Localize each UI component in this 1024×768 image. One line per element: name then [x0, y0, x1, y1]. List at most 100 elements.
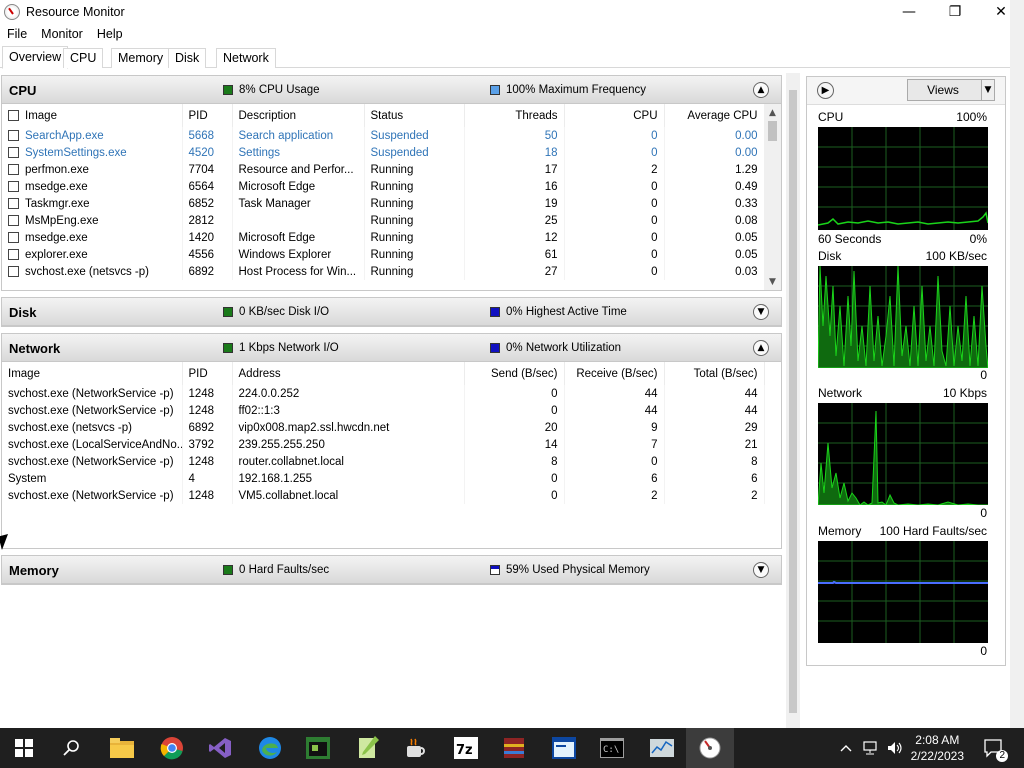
maximize-button[interactable]: ❐	[932, 0, 978, 24]
table-row[interactable]: perfmon.exe 7704 Resource and Perfor... Ru…	[2, 161, 765, 178]
cpu-panel-header[interactable]: CPU 8% CPU Usage 100% Maximum Frequency …	[2, 76, 781, 104]
green-indicator-icon	[223, 85, 233, 95]
column-header-pid[interactable]: PID	[182, 362, 233, 385]
chrome-icon[interactable]	[158, 734, 186, 762]
menu-monitor[interactable]: Monitor	[34, 27, 90, 41]
winrar-icon[interactable]	[500, 734, 528, 762]
chevron-right-icon[interactable]: ▶	[817, 82, 834, 99]
visual-studio-icon[interactable]	[206, 734, 234, 762]
edge-icon[interactable]	[256, 734, 284, 762]
tab-cpu[interactable]: CPU	[63, 48, 104, 68]
app-window-icon[interactable]	[550, 734, 578, 762]
command-prompt-icon[interactable]: C:\	[598, 734, 626, 762]
notepad-plus-icon[interactable]	[354, 734, 382, 762]
minimize-button[interactable]: —	[886, 0, 932, 24]
cpu-table-scrollbar[interactable]: ▲ ▼	[764, 104, 781, 290]
scroll-thumb[interactable]	[789, 90, 797, 713]
resource-monitor-taskbar-icon[interactable]	[696, 734, 724, 762]
table-row[interactable]: explorer.exe 4556 Windows Explorer Running…	[2, 246, 765, 263]
tab-memory[interactable]: Memory	[111, 48, 171, 68]
network-utilization-stat: 0% Network Utilization	[490, 342, 621, 354]
cpu-frequency-text: 100% Maximum Frequency	[506, 84, 646, 96]
row-checkbox[interactable]	[8, 197, 19, 209]
menu-bar: File Monitor Help	[0, 24, 130, 44]
overview-main: CPU 8% CPU Usage 100% Maximum Frequency …	[0, 73, 783, 728]
column-header-image[interactable]: Image	[2, 104, 183, 127]
disk-active-time-stat: 0% Highest Active Time	[490, 306, 627, 318]
table-row[interactable]: SearchApp.exe 5668 Search application Susp…	[2, 127, 765, 144]
table-row[interactable]: Taskmgr.exe 6852 Task Manager Running 19 0 0…	[2, 195, 765, 212]
column-header-total[interactable]: Total (B/sec)	[664, 362, 765, 385]
column-header-send[interactable]: Send (B/sec)	[464, 362, 565, 385]
tab-network[interactable]: Network	[216, 48, 276, 68]
main-scrollbar[interactable]	[786, 73, 800, 728]
tab-overview[interactable]: Overview	[2, 46, 69, 69]
column-header-description[interactable]: Description	[232, 104, 365, 127]
java-coffee-icon[interactable]	[402, 734, 430, 762]
memory-graph-max: 100 Hard Faults/sec	[879, 524, 987, 538]
tab-disk[interactable]: Disk	[168, 48, 207, 68]
column-header-image[interactable]: Image	[2, 362, 183, 385]
7zip-icon[interactable]: 7z	[452, 734, 480, 762]
table-row[interactable]: svchost.exe (LocalServiceAndNo... 3792 239…	[2, 436, 765, 453]
scroll-up-icon[interactable]: ▲	[764, 104, 781, 121]
row-checkbox[interactable]	[8, 146, 19, 158]
column-header-address[interactable]: Address	[232, 362, 465, 385]
row-checkbox[interactable]	[8, 231, 19, 243]
collapse-icon[interactable]: ▲	[753, 82, 769, 98]
physical-memory-stat: 59% Used Physical Memory	[490, 564, 650, 576]
file-explorer-icon[interactable]	[108, 734, 136, 762]
table-row[interactable]: SystemSettings.exe 4520 Settings Suspended…	[2, 144, 765, 161]
disk-panel-title: Disk	[9, 305, 37, 320]
table-row[interactable]: MsMpEng.exe 2812 Running 25 0 0.08	[2, 212, 765, 229]
expand-icon[interactable]: ▼	[753, 304, 769, 320]
table-row[interactable]: msedge.exe 6564 Microsoft Edge Running 16 0…	[2, 178, 765, 195]
terminal-app-icon[interactable]	[304, 734, 332, 762]
performance-monitor-icon[interactable]	[648, 734, 676, 762]
notification-center-icon[interactable]: 2	[980, 734, 1008, 762]
column-header-status[interactable]: Status	[364, 104, 465, 127]
volume-icon[interactable]	[884, 734, 906, 762]
table-row[interactable]: svchost.exe (netsvcs -p) 6892 vip0x008.map…	[2, 419, 765, 436]
row-checkbox[interactable]	[8, 180, 19, 192]
row-checkbox[interactable]	[8, 129, 19, 141]
network-icon[interactable]	[860, 734, 882, 762]
column-header-receive[interactable]: Receive (B/sec)	[564, 362, 665, 385]
row-checkbox[interactable]	[8, 214, 19, 226]
network-panel-header[interactable]: Network 1 Kbps Network I/O 0% Network Ut…	[2, 334, 781, 362]
table-row[interactable]: svchost.exe (NetworkService -p) 1248 VM5.c…	[2, 487, 765, 504]
collapse-icon[interactable]: ▲	[753, 340, 769, 356]
table-row[interactable]: System 4 192.168.1.255 0 6 6	[2, 470, 765, 487]
column-header-threads[interactable]: Threads	[464, 104, 565, 127]
menu-file[interactable]: File	[0, 27, 34, 41]
disk-panel-header[interactable]: Disk 0 KB/sec Disk I/O 0% Highest Active…	[2, 298, 781, 326]
views-dropdown-icon[interactable]: ▼	[981, 79, 995, 101]
row-checkbox[interactable]	[8, 163, 19, 175]
row-checkbox[interactable]	[8, 265, 19, 277]
table-row[interactable]: svchost.exe (NetworkService -p) 1248 route…	[2, 453, 765, 470]
column-header-cpu[interactable]: CPU	[564, 104, 665, 127]
window-scrollbar[interactable]	[1010, 0, 1024, 728]
search-icon[interactable]	[58, 734, 86, 762]
expand-icon[interactable]: ▼	[753, 562, 769, 578]
chevron-up-icon[interactable]	[836, 734, 856, 762]
scroll-down-icon[interactable]: ▼	[764, 273, 781, 290]
graphs-pane: ▶ Views ▼ CPU 100% 60 Seconds 0% Disk 10…	[806, 76, 1006, 666]
select-all-checkbox[interactable]	[8, 109, 19, 121]
column-header-average-cpu[interactable]: Average CPU	[664, 104, 765, 127]
table-row[interactable]: svchost.exe (netsvcs -p) 6892 Host Proces…	[2, 263, 765, 280]
table-row[interactable]: msedge.exe 1420 Microsoft Edge Running 12 0…	[2, 229, 765, 246]
column-header-pid[interactable]: PID	[182, 104, 233, 127]
table-row[interactable]: svchost.exe (NetworkService -p) 1248 ff02:…	[2, 402, 765, 419]
green-indicator-icon	[223, 307, 233, 317]
disk-io-stat: 0 KB/sec Disk I/O	[223, 306, 329, 318]
table-row[interactable]: svchost.exe (NetworkService -p) 1248 224.0…	[2, 385, 765, 402]
memory-panel-header[interactable]: Memory 0 Hard Faults/sec 59% Used Physic…	[2, 556, 781, 584]
start-windows-icon[interactable]	[10, 734, 38, 762]
menu-help[interactable]: Help	[90, 27, 130, 41]
system-clock[interactable]: 2:08 AM 2/22/2023	[911, 732, 964, 764]
row-checkbox[interactable]	[8, 248, 19, 260]
scroll-thumb[interactable]	[768, 121, 777, 141]
clock-date: 2/22/2023	[910, 749, 964, 763]
blue-indicator-icon	[490, 565, 500, 575]
